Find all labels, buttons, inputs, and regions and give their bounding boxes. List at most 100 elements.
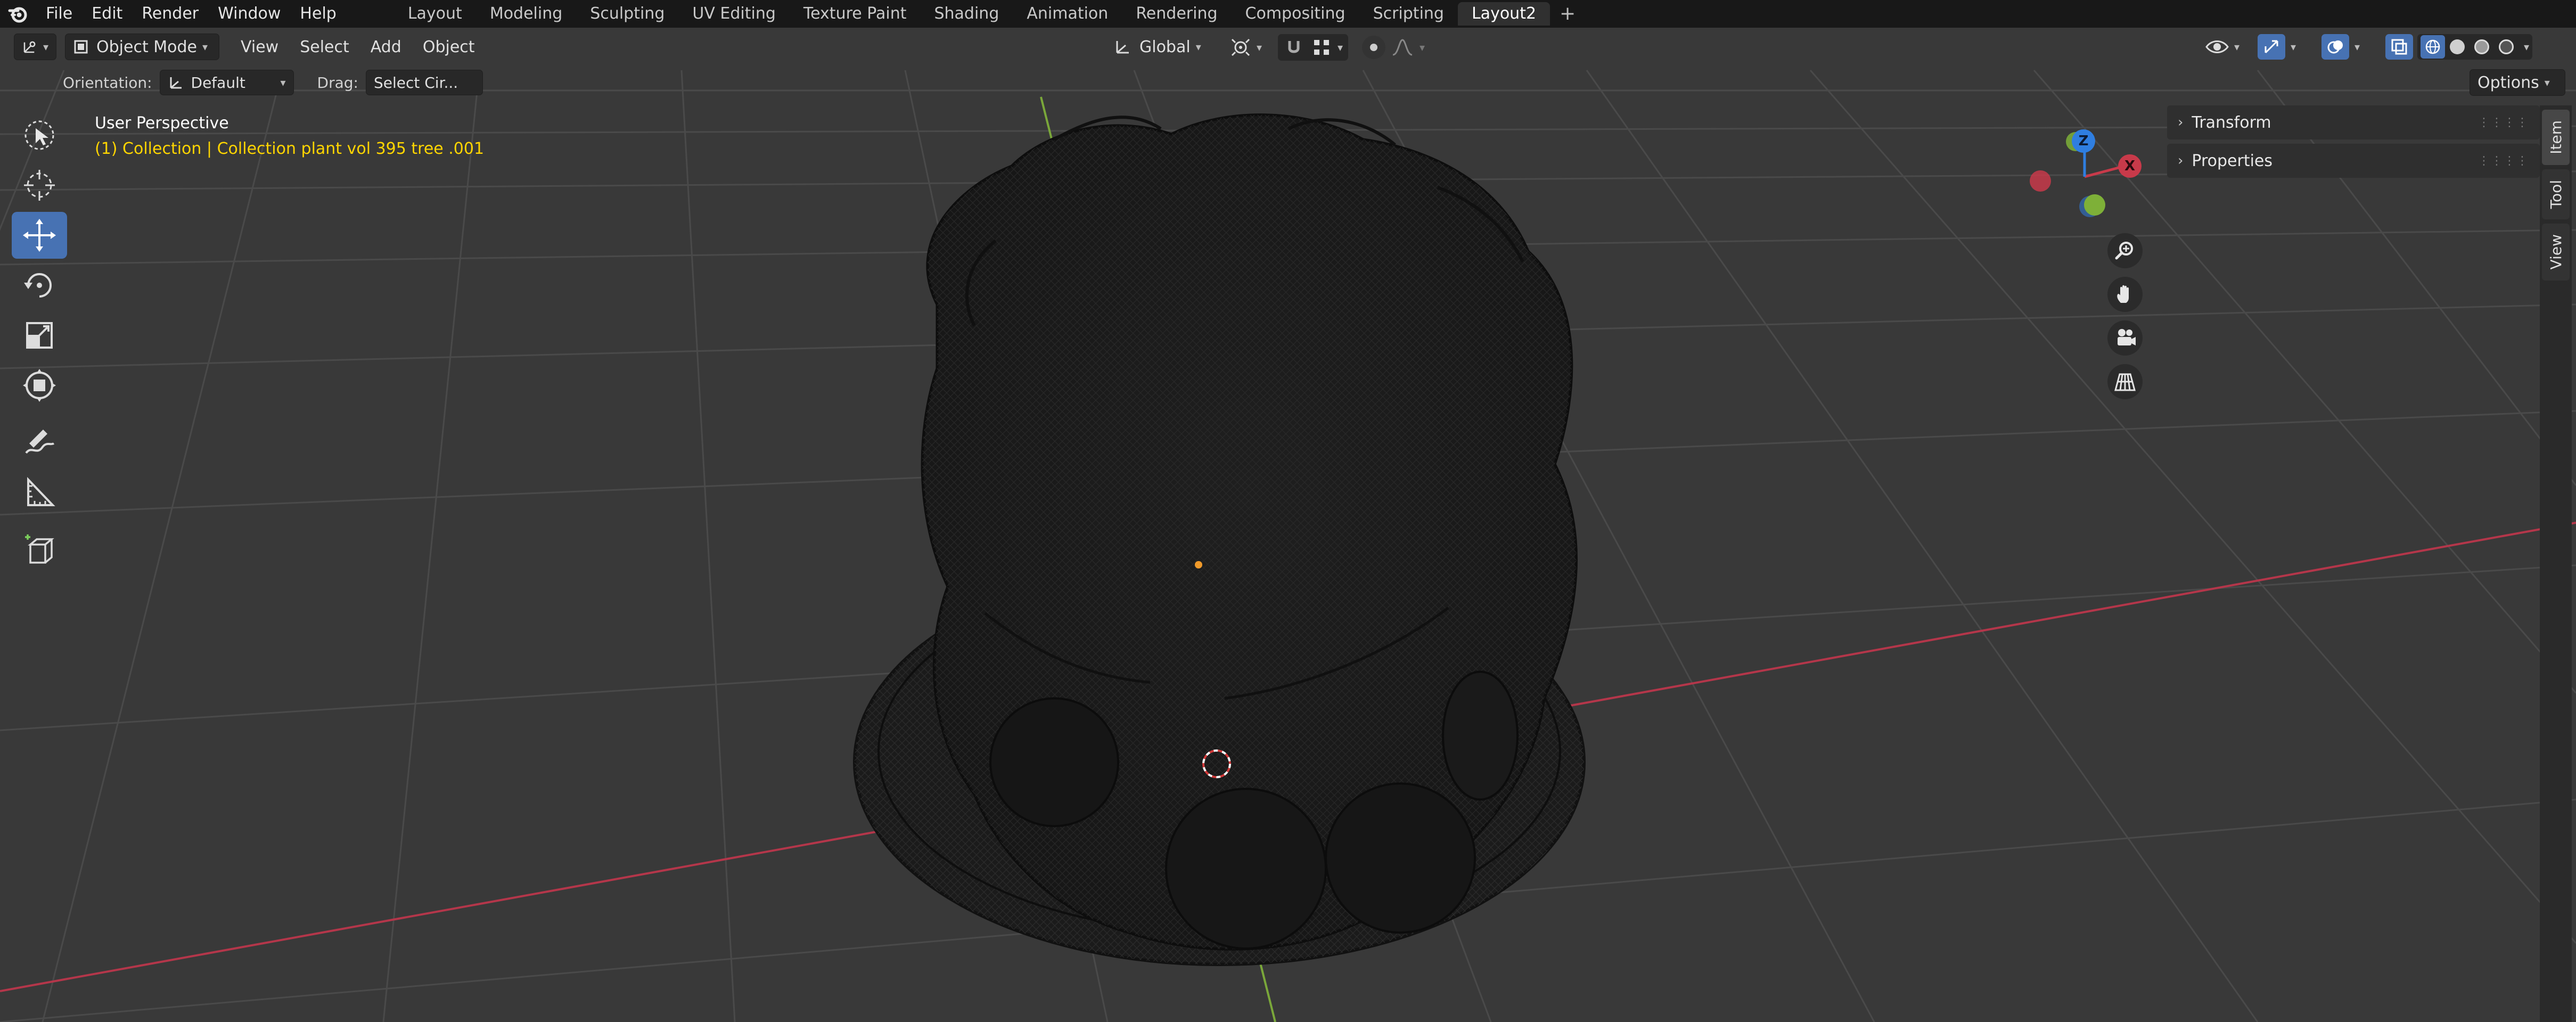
panel-title: Properties [2192,151,2273,170]
rendered-sphere-icon [2499,39,2514,54]
drag-value: Select Cir... [373,73,458,92]
gizmo-z-axis-ball[interactable]: Z [2072,129,2095,153]
menu-add[interactable]: Add [360,38,412,56]
scale-tool[interactable] [12,312,67,359]
properties-panel-header[interactable]: › Properties ⋮⋮⋮⋮ [2167,144,2540,178]
scale-icon [26,322,53,349]
drag-label: Drag: [317,73,358,92]
gizmo-z-label: Z [2078,133,2089,149]
tab-tool[interactable]: Tool [2542,169,2570,220]
camera-view-button[interactable] [2107,320,2143,356]
wireframe-shading-button[interactable] [2421,35,2445,59]
chevron-down-icon: ▾ [1338,41,1343,54]
tab-shading[interactable]: Shading [920,2,1013,26]
rendered-shading-button[interactable] [2494,35,2518,59]
object-origin-dot [1195,561,1202,568]
tab-uv-editing[interactable]: UV Editing [678,2,790,26]
toolbar-separator [12,412,69,419]
view-perspective-label: User Perspective [95,114,229,133]
eye-icon [2205,40,2229,53]
tab-texture-paint[interactable]: Texture Paint [790,2,921,26]
wireframe-sphere-icon [2425,39,2440,54]
transform-panel-header[interactable]: › Transform ⋮⋮⋮⋮ [2167,105,2540,139]
visibility-dropdown[interactable]: ▾ [2205,36,2239,57]
3d-viewport[interactable]: Z X ▾ Object Mode ▾ View Select Add Obje… [0,28,2576,1022]
tab-sculpting[interactable]: Sculpting [576,2,678,26]
proportional-dot-icon [1370,44,1377,51]
menu-view[interactable]: View [230,38,289,56]
falloff-curve-icon[interactable] [1391,37,1414,58]
overlays-toggle-button[interactable] [2321,34,2349,60]
cursor-tool[interactable] [12,162,67,209]
editor-type-button[interactable]: ▾ [14,34,56,60]
measure-tool[interactable] [12,469,67,516]
measure-icon [27,477,55,506]
chevron-down-icon: ▾ [1257,41,1262,54]
tab-animation[interactable]: Animation [1013,2,1122,26]
material-shading-button[interactable] [2470,35,2494,59]
tab-layout[interactable]: Layout [394,2,476,26]
tab-view-label: View [2547,234,2565,270]
menu-file[interactable]: File [36,0,82,28]
move-tool[interactable] [12,212,67,259]
chevron-down-icon: ▾ [2291,40,2296,53]
drag-handle-icon[interactable]: ⋮⋮⋮⋮ [2478,116,2529,129]
orientation-label: Orientation: [63,73,152,92]
tab-scripting[interactable]: Scripting [1359,2,1458,26]
plant-object[interactable] [853,113,1586,966]
chevron-down-icon: ▾ [2234,40,2240,53]
gizmo-x-axis-ball[interactable]: X [2118,154,2142,178]
snap-icon[interactable] [1283,37,1305,58]
cursor-icon [24,170,55,201]
gizmo-toggle-button[interactable] [2258,34,2285,60]
menu-edit[interactable]: Edit [82,0,132,28]
add-cube-tool[interactable] [12,527,67,574]
pan-button[interactable] [2107,277,2143,312]
hand-icon [2117,285,2129,303]
orientation-dropdown[interactable]: Default ▾ [159,70,294,95]
shading-group: ▾ [2417,34,2533,60]
drag-handle-icon[interactable]: ⋮⋮⋮⋮ [2478,154,2529,168]
tab-layout2[interactable]: Layout2 [1457,2,1550,26]
zoom-button[interactable] [2107,233,2143,268]
chevron-down-icon: ▾ [280,76,286,89]
panel-title: Transform [2192,113,2271,132]
menu-help[interactable]: Help [290,0,346,28]
viewport-header: ▾ Object Mode ▾ View Select Add Object G… [0,28,2576,66]
overlays-group: ▾ [2321,34,2360,60]
solid-shading-button[interactable] [2445,35,2470,59]
tab-rendering[interactable]: Rendering [1122,2,1231,26]
pivot-point-button[interactable]: ▾ [1230,37,1262,57]
xray-toggle-button[interactable] [2385,34,2413,60]
menu-render[interactable]: Render [132,0,208,28]
menu-object[interactable]: Object [412,38,486,56]
tab-view[interactable]: View [2542,224,2570,281]
menu-window[interactable]: Window [208,0,290,28]
toggle-projection-button[interactable] [2107,364,2143,399]
gizmo-toggle-group: ▾ [2258,34,2296,60]
transform-orientation-dropdown[interactable]: Global ▾ [1106,34,1220,60]
transform-tool[interactable] [12,362,67,409]
proportional-editing-button[interactable] [1362,36,1385,59]
solid-sphere-icon [2450,39,2465,54]
mode-label: Object Mode [96,37,197,56]
chevron-down-icon[interactable]: ▾ [2524,40,2529,53]
select-box-tool[interactable] [12,112,67,159]
move-icon [23,219,56,252]
material-sphere-icon [2474,39,2489,54]
tab-item-label: Item [2547,120,2565,154]
menu-select[interactable]: Select [289,38,360,56]
blender-logo-icon[interactable] [0,0,36,28]
options-label: Options [2477,73,2539,92]
tab-modeling[interactable]: Modeling [476,2,576,26]
snap-increment-icon[interactable] [1311,37,1332,58]
mode-dropdown[interactable]: Object Mode ▾ [65,34,219,60]
rotate-tool[interactable] [12,262,67,309]
tab-item[interactable]: Item [2542,110,2570,165]
3d-viewport-icon [23,41,36,53]
annotate-tool[interactable] [12,419,67,466]
drag-dropdown[interactable]: Select Cir... [365,70,483,95]
add-workspace-button[interactable]: + [1550,0,1585,28]
options-dropdown[interactable]: Options ▾ [2470,69,2565,96]
tab-compositing[interactable]: Compositing [1232,2,1359,26]
